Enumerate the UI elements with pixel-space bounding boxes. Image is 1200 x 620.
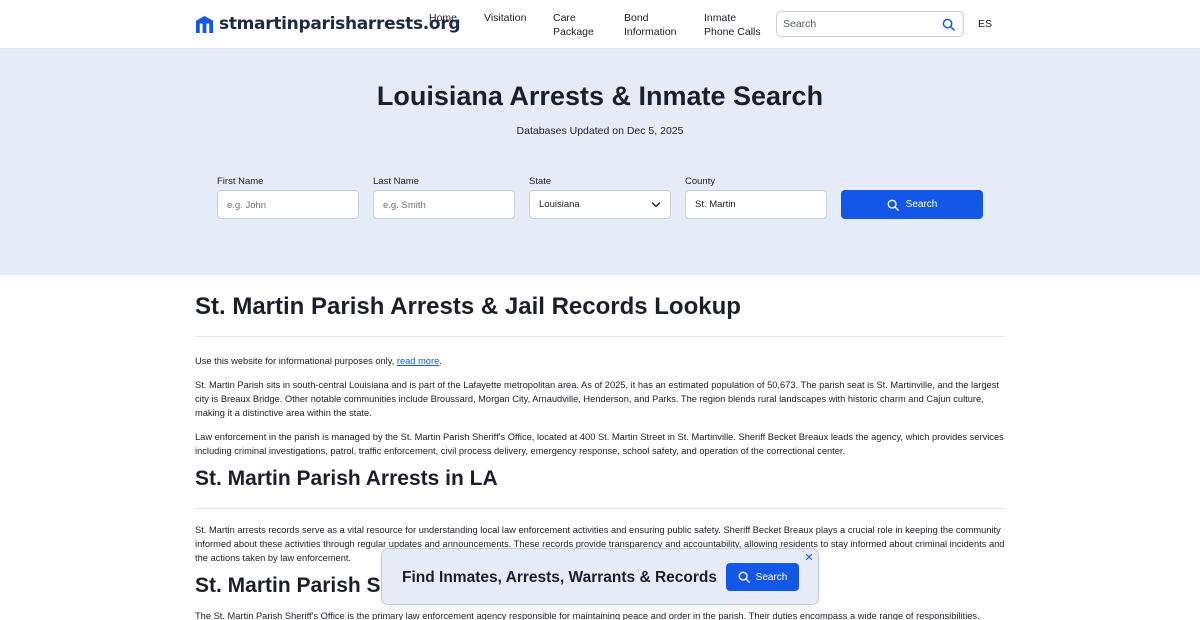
header-search xyxy=(776,11,964,37)
state-label: State xyxy=(529,176,552,187)
divider xyxy=(195,508,1005,509)
sticky-search-banner: Find Inmates, Arrests, Warrants & Record… xyxy=(381,548,819,605)
nav-inmate-phone-calls[interactable]: Inmate Phone Calls xyxy=(704,11,761,39)
building-icon xyxy=(195,15,214,33)
site-logo[interactable]: stmartinparisharrests.org xyxy=(195,13,461,35)
banner-text: Find Inmates, Arrests, Warrants & Record… xyxy=(402,569,717,586)
chevron-down-icon xyxy=(651,202,661,208)
first-name-label: First Name xyxy=(217,176,264,187)
nav-visitation[interactable]: Visitation xyxy=(484,11,526,25)
nav-care-package[interactable]: Care Package xyxy=(553,11,594,39)
disclaimer-prefix: Use this website for informational purpo… xyxy=(195,356,397,366)
disclaimer-suffix: . xyxy=(439,356,442,366)
search-icon[interactable] xyxy=(942,18,955,31)
first-name-field xyxy=(217,190,359,219)
hero-search-button-label: Search xyxy=(905,199,938,210)
search-icon xyxy=(887,199,899,211)
sheriff-paragraph: The St. Martin Parish Sheriff's Office i… xyxy=(195,611,980,620)
state-value: Louisiana xyxy=(539,199,580,210)
nav-home[interactable]: Home xyxy=(429,11,457,25)
last-name-field xyxy=(373,190,515,219)
hero-search-button[interactable]: Search xyxy=(841,190,983,219)
hero-section: Louisiana Arrests & Inmate Search Databa… xyxy=(0,49,1200,275)
disclaimer-text: Use this website for informational purpo… xyxy=(195,354,1005,368)
hero-title: Louisiana Arrests & Inmate Search xyxy=(376,81,824,111)
banner-search-button-label: Search xyxy=(755,571,788,583)
law-enforcement-paragraph: Law enforcement in the parish is managed… xyxy=(195,432,1004,456)
logo-text: stmartinparisharrests.org xyxy=(219,14,461,34)
language-toggle[interactable]: ES xyxy=(978,18,992,30)
county-field[interactable]: St. Martin xyxy=(685,190,827,219)
page-title: St. Martin Parish Arrests & Jail Records… xyxy=(195,293,741,320)
header-search-input[interactable] xyxy=(783,16,933,32)
first-name-input[interactable] xyxy=(227,198,347,212)
last-name-label: Last Name xyxy=(373,176,419,187)
county-value: St. Martin xyxy=(695,199,736,210)
last-name-input[interactable] xyxy=(383,198,503,212)
nav-bond-information[interactable]: Bond Information xyxy=(624,11,677,39)
close-icon[interactable]: ✕ xyxy=(803,552,815,564)
site-header: stmartinparisharrests.org Home Visitatio… xyxy=(0,0,1200,49)
read-more-link[interactable]: read more xyxy=(397,356,439,366)
divider xyxy=(195,336,1005,337)
arrests-heading: St. Martin Parish Arrests in LA xyxy=(195,467,498,490)
intro-paragraph: St. Martin Parish sits in south-central … xyxy=(195,380,999,418)
state-select[interactable]: Louisiana xyxy=(529,190,671,219)
banner-search-button[interactable]: Search xyxy=(726,563,799,591)
county-label: County xyxy=(685,176,716,187)
hero-subtitle: Databases Updated on Dec 5, 2025 xyxy=(516,125,684,137)
search-icon xyxy=(738,571,750,583)
